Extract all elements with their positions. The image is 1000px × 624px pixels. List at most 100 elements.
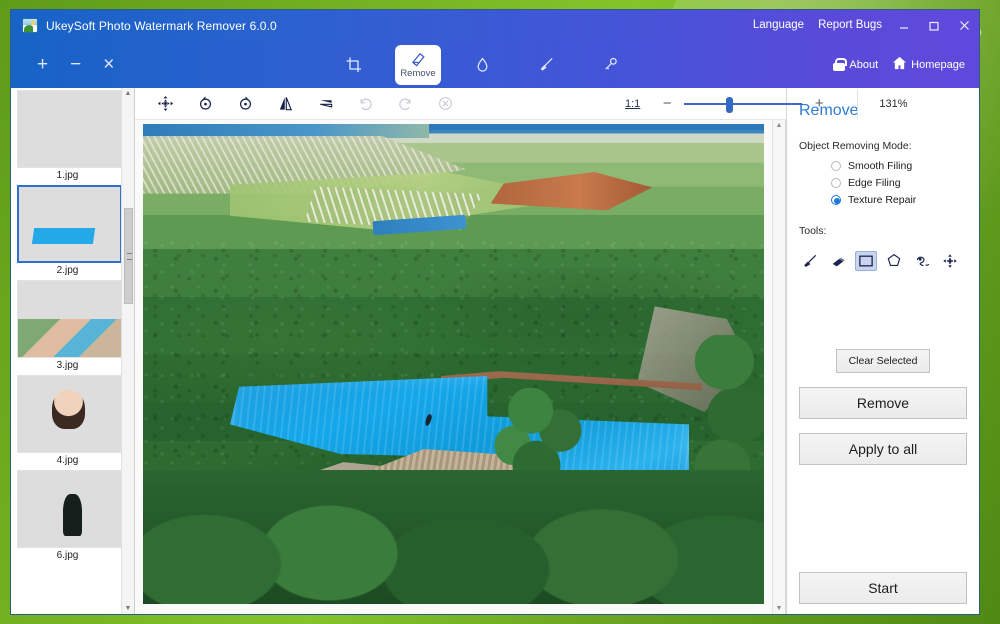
tab-crop[interactable]: [331, 45, 377, 85]
tab-remove-label: Remove: [400, 68, 436, 79]
canvas-column: 1:1 − + 131% ▲ ▼: [135, 88, 908, 614]
list-item[interactable]: 1.jpg: [17, 90, 121, 182]
key-icon: [602, 56, 619, 73]
lock-icon: [833, 58, 848, 71]
zoom-in-button[interactable]: +: [802, 95, 836, 112]
clear-selected-wrap: Clear Selected: [799, 349, 967, 373]
radio-button-icon[interactable]: [831, 178, 841, 188]
close-icon[interactable]: [949, 10, 979, 41]
remove-panel: Remove Object Removing Mode: Smooth Fili…: [786, 88, 979, 614]
tab-blur[interactable]: [459, 45, 505, 85]
homepage-label: Homepage: [911, 58, 965, 71]
mode-label: Object Removing Mode:: [799, 140, 912, 152]
tools-label: Tools:: [799, 225, 827, 237]
list-item[interactable]: 2.jpg: [17, 185, 121, 277]
thumbnail-label: 1.jpg: [56, 170, 79, 181]
tab-remove[interactable]: Remove: [395, 44, 441, 85]
start-button[interactable]: Start: [799, 572, 967, 604]
radio-button-icon[interactable]: [831, 161, 841, 171]
mode-radio-group: Smooth Filing Edge Filing Texture Repair: [831, 160, 967, 211]
thumbnail-image: [17, 280, 121, 358]
move-icon: [942, 253, 958, 269]
zoom-slider-handle[interactable]: [726, 96, 734, 113]
radio-smooth-filing[interactable]: Smooth Filing: [831, 160, 967, 172]
thumbnail-list: 1.jpg 2.jpg 3.jpg 4.jpg 6.jpg: [11, 88, 121, 614]
panel-spacer: [799, 465, 967, 572]
about-link[interactable]: About: [833, 58, 878, 71]
canvas-scrollbar[interactable]: ▲ ▼: [772, 120, 785, 614]
move-tool[interactable]: [939, 251, 961, 271]
radio-texture-repair[interactable]: Texture Repair: [831, 194, 967, 206]
eraser-icon: [830, 253, 846, 269]
rotate-left-button[interactable]: [185, 89, 225, 119]
add-files-button[interactable]: +: [37, 55, 48, 74]
zoom-percent-label: 131%: [857, 88, 929, 119]
canvas-toolbar: 1:1 − + 131%: [135, 88, 908, 120]
thumbnail-label: 6.jpg: [56, 550, 79, 561]
eraser-tool[interactable]: [827, 251, 849, 271]
zoom-out-button[interactable]: −: [650, 95, 684, 112]
thumbnail-label: 4.jpg: [56, 455, 79, 466]
application-window: UkeySoft Photo Watermark Remover 6.0.0 L…: [10, 9, 980, 615]
polygon-tool[interactable]: [883, 251, 905, 271]
canvas-viewport[interactable]: [135, 120, 772, 614]
radio-label: Smooth Filing: [848, 160, 913, 172]
minimize-icon[interactable]: [889, 10, 919, 41]
zoom-controls: 1:1 − +: [615, 95, 836, 113]
fit-actual-size-button[interactable]: 1:1: [615, 98, 650, 110]
title-bar-right: Language Report Bugs: [746, 10, 979, 41]
zoom-slider-track: [684, 102, 803, 105]
droplet-icon: [474, 56, 491, 74]
thumbnail-image: [17, 470, 121, 548]
remove-button[interactable]: Remove: [799, 387, 967, 419]
photo-canvas[interactable]: [143, 124, 764, 604]
list-item[interactable]: 3.jpg: [17, 280, 121, 372]
clear-all-button[interactable]: ×: [103, 55, 114, 74]
redo-button[interactable]: [385, 89, 425, 119]
radio-edge-filing[interactable]: Edge Filing: [831, 177, 967, 189]
list-item[interactable]: 6.jpg: [17, 470, 121, 562]
pan-tool-button[interactable]: [145, 89, 185, 119]
rotate-right-button[interactable]: [225, 89, 265, 119]
tab-brush[interactable]: [523, 45, 569, 85]
thumbnail-label: 2.jpg: [56, 265, 79, 276]
window-title: UkeySoft Photo Watermark Remover 6.0.0: [46, 18, 277, 33]
clear-selected-button[interactable]: Clear Selected: [836, 349, 930, 373]
tab-key[interactable]: [587, 45, 633, 85]
file-operations: + − ×: [37, 55, 114, 74]
language-link[interactable]: Language: [746, 10, 811, 41]
crop-icon: [345, 56, 363, 74]
lasso-tool[interactable]: [911, 251, 933, 271]
canvas-scroll-down-icon[interactable]: ▼: [776, 605, 783, 612]
reset-button[interactable]: [425, 89, 465, 119]
report-bugs-link[interactable]: Report Bugs: [811, 10, 889, 41]
radio-label: Texture Repair: [848, 194, 917, 206]
rectangle-tool[interactable]: [855, 251, 877, 271]
tools-row: [799, 251, 967, 271]
apply-to-all-button[interactable]: Apply to all: [799, 433, 967, 465]
photo-details: [143, 124, 764, 604]
homepage-link[interactable]: Homepage: [892, 56, 965, 73]
photo-icon: [22, 18, 38, 33]
zoom-slider[interactable]: [684, 96, 803, 113]
canvas-scroll-up-icon[interactable]: ▲: [776, 122, 783, 129]
canvas-area: ▲ ▼: [135, 120, 786, 614]
list-item[interactable]: 4.jpg: [17, 375, 121, 467]
brush-tool[interactable]: [799, 251, 821, 271]
undo-button[interactable]: [345, 89, 385, 119]
thumbnail-scrollbar[interactable]: ▲ ▼: [121, 88, 134, 614]
nav-toolbar: + − × Remove About Homepage: [11, 41, 979, 88]
radio-button-icon[interactable]: [831, 195, 841, 205]
flip-horizontal-button[interactable]: [265, 89, 305, 119]
thumbnail-image: [17, 185, 121, 263]
flip-vertical-button[interactable]: [305, 89, 345, 119]
scrollbar-thumb[interactable]: [124, 208, 133, 304]
polygon-icon: [886, 253, 902, 269]
remove-file-button[interactable]: −: [70, 55, 81, 74]
scroll-down-icon[interactable]: ▼: [125, 605, 132, 612]
thumbnail-label: 3.jpg: [56, 360, 79, 371]
maximize-icon[interactable]: [919, 10, 949, 41]
title-bar: UkeySoft Photo Watermark Remover 6.0.0 L…: [11, 10, 979, 41]
about-label: About: [849, 58, 879, 71]
scroll-up-icon[interactable]: ▲: [125, 90, 132, 97]
